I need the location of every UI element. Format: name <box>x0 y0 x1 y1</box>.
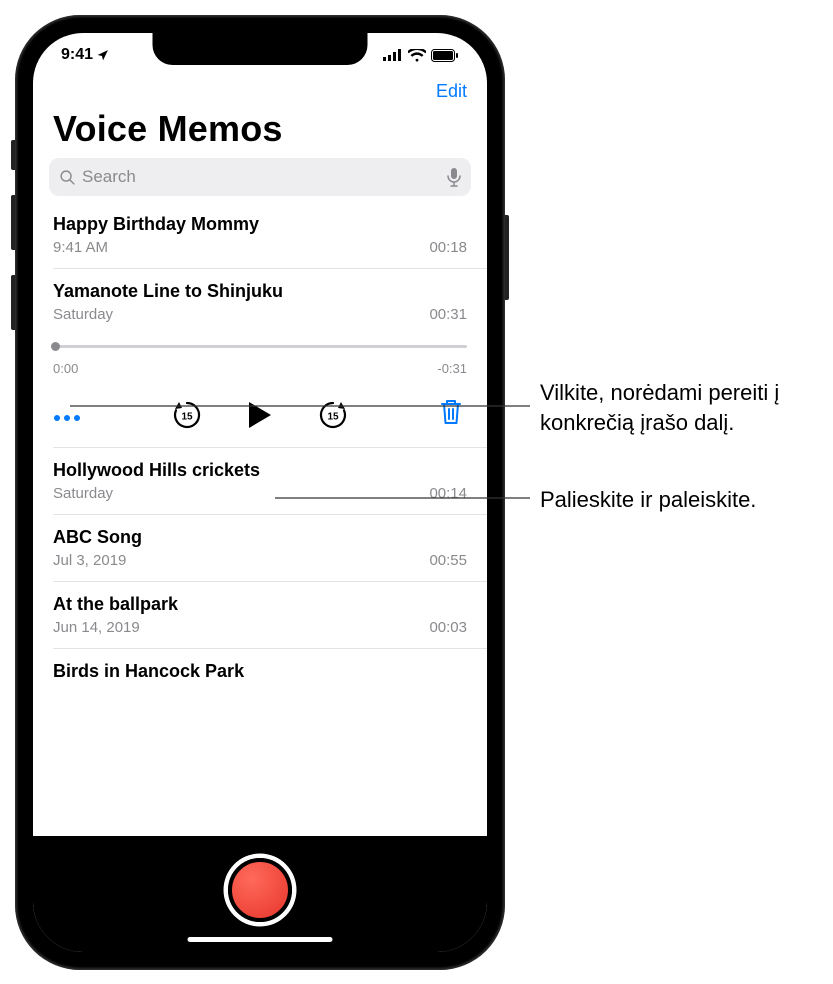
memo-row[interactable]: Birds in Hancock Park <box>53 649 487 698</box>
scrubber-track <box>53 345 467 348</box>
memo-date: Jun 14, 2019 <box>53 619 140 636</box>
trash-icon <box>439 398 463 426</box>
skip-back-15-button[interactable]: 15 <box>171 399 203 431</box>
mic-icon[interactable] <box>447 168 461 187</box>
memo-duration: 00:03 <box>429 619 467 636</box>
page-title: Voice Memos <box>33 104 487 158</box>
memo-row[interactable]: At the ballpark Jun 14, 2019 00:03 <box>53 582 487 649</box>
phone-power-button <box>505 215 509 300</box>
memo-date: Jul 3, 2019 <box>53 552 126 569</box>
memo-title: Birds in Hancock Park <box>53 661 467 682</box>
phone-frame: 9:41 Edit Voice Memos <box>15 15 505 970</box>
notch <box>153 33 368 65</box>
home-indicator[interactable] <box>188 937 333 942</box>
memo-title: Happy Birthday Mommy <box>53 214 467 235</box>
memo-title: At the ballpark <box>53 594 467 615</box>
location-icon <box>96 49 109 62</box>
memo-duration: 00:55 <box>429 552 467 569</box>
scrubber-thumb[interactable] <box>51 342 60 351</box>
edit-button[interactable]: Edit <box>436 81 467 102</box>
search-icon <box>59 169 76 186</box>
skip-forward-15-button[interactable]: 15 <box>317 399 349 431</box>
screen: 9:41 Edit Voice Memos <box>33 33 487 952</box>
play-button[interactable] <box>245 400 275 430</box>
memo-duration: 00:31 <box>429 306 467 323</box>
memo-title: Hollywood Hills crickets <box>53 460 467 481</box>
skip-forward-icon: 15 <box>317 399 349 431</box>
status-time: 9:41 <box>61 46 93 64</box>
play-icon <box>247 400 273 430</box>
battery-icon <box>431 49 459 62</box>
svg-text:15: 15 <box>327 411 339 422</box>
record-button[interactable] <box>228 858 292 922</box>
memo-row[interactable]: ABC Song Jul 3, 2019 00:55 <box>53 515 487 582</box>
remaining-time: -0:31 <box>437 361 467 376</box>
phone-side-buttons <box>11 140 15 355</box>
memo-list: Happy Birthday Mommy 9:41 AM 00:18 Yaman… <box>33 202 487 698</box>
memo-date: Saturday <box>53 485 113 502</box>
memo-date: Saturday <box>53 306 113 323</box>
memo-row[interactable]: Happy Birthday Mommy 9:41 AM 00:18 <box>53 202 487 269</box>
search-field[interactable] <box>49 158 471 196</box>
callout-play: Palieskite ir paleiskite. <box>540 485 830 515</box>
delete-button[interactable] <box>439 398 463 431</box>
wifi-icon <box>408 49 426 62</box>
callout-scrubber: Vilkite, norėdami pereiti į konkrečią įr… <box>540 378 830 437</box>
elapsed-time: 0:00 <box>53 361 78 376</box>
memo-title: ABC Song <box>53 527 467 548</box>
cellular-icon <box>383 49 403 61</box>
memo-duration: 00:14 <box>429 485 467 502</box>
memo-row[interactable]: Hollywood Hills crickets Saturday 00:14 <box>53 448 487 515</box>
memo-title: Yamanote Line to Shinjuku <box>53 281 467 302</box>
ellipsis-icon <box>53 414 81 422</box>
memo-duration: 00:18 <box>429 239 467 256</box>
record-bar <box>33 836 487 952</box>
more-button[interactable] <box>53 401 81 429</box>
memo-row-expanded[interactable]: Yamanote Line to Shinjuku Saturday 00:31… <box>53 269 487 448</box>
search-input[interactable] <box>82 167 441 187</box>
playback-scrubber[interactable] <box>53 341 467 353</box>
memo-date: 9:41 AM <box>53 239 108 256</box>
svg-text:15: 15 <box>181 411 193 422</box>
skip-back-icon: 15 <box>171 399 203 431</box>
